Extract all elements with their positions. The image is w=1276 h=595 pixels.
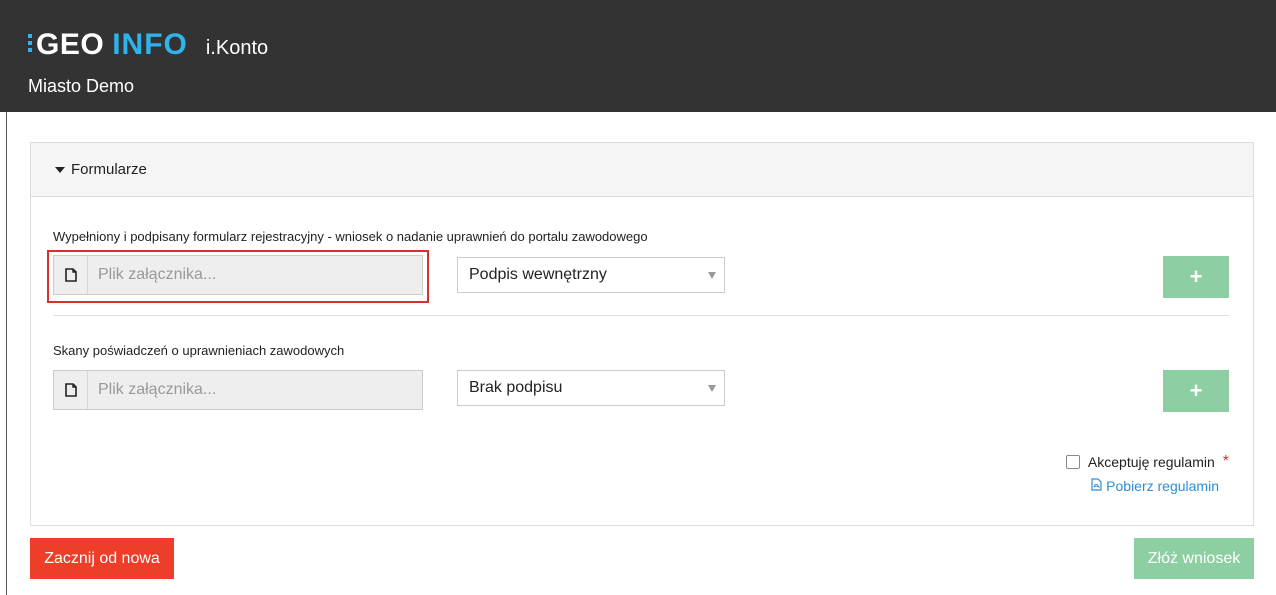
download-terms-label: Pobierz regulamin bbox=[1106, 478, 1219, 494]
logo-dots-icon bbox=[28, 32, 33, 54]
file-icon bbox=[54, 371, 88, 409]
accept-terms-checkbox[interactable] bbox=[1065, 455, 1080, 469]
signature-select-registration-form[interactable]: Podpis wewnętrzny bbox=[457, 257, 725, 293]
add-attachment-button[interactable]: + bbox=[1163, 256, 1229, 298]
start-over-button[interactable]: Zacznij od nowa bbox=[30, 538, 174, 579]
caret-down-icon bbox=[55, 166, 65, 173]
app-name: i.Konto bbox=[205, 37, 269, 59]
forms-panel-header[interactable]: Formularze bbox=[31, 143, 1253, 197]
logo-info-text: INFO bbox=[112, 28, 188, 61]
municipality-name: Miasto Demo bbox=[28, 76, 135, 96]
logo-geo-text: GEO bbox=[36, 28, 105, 61]
field-label-registration-form: Wypełniony i podpisany formularz rejestr… bbox=[53, 229, 648, 244]
panel-title: Formularze bbox=[71, 161, 147, 178]
geoinfo-logo: GEO INFO i.Konto bbox=[28, 28, 268, 62]
page-left-border bbox=[6, 112, 7, 595]
signature-select-credentials-scans[interactable]: Brak podpisu bbox=[457, 370, 725, 406]
signature-select-value: Brak podpisu bbox=[469, 379, 563, 396]
signature-select-value: Podpis wewnętrzny bbox=[469, 266, 607, 283]
file-picker-credentials-scans[interactable] bbox=[53, 370, 423, 410]
accept-terms-label[interactable]: Akceptuję regulamin bbox=[1088, 454, 1215, 470]
accept-terms-row: Akceptuję regulamin * bbox=[1065, 453, 1229, 471]
field-label-credentials-scans: Skany poświadczeń o uprawnieniach zawodo… bbox=[53, 343, 345, 358]
chevron-down-icon bbox=[708, 272, 716, 279]
pdf-file-icon bbox=[1091, 478, 1102, 494]
app-header: GEO INFO i.Konto Miasto Demo bbox=[0, 0, 1276, 112]
field-divider bbox=[53, 315, 1229, 316]
add-attachment-button[interactable]: + bbox=[1163, 370, 1229, 412]
submit-application-button[interactable]: Złóż wniosek bbox=[1134, 538, 1254, 579]
chevron-down-icon bbox=[708, 385, 716, 392]
required-mark: * bbox=[1222, 453, 1229, 470]
file-input-credentials-scans[interactable] bbox=[88, 371, 422, 409]
download-terms-link[interactable]: Pobierz regulamin bbox=[1091, 478, 1219, 494]
forms-panel: Formularze Wypełniony i podpisany formul… bbox=[30, 142, 1254, 526]
highlight-box bbox=[47, 250, 429, 303]
